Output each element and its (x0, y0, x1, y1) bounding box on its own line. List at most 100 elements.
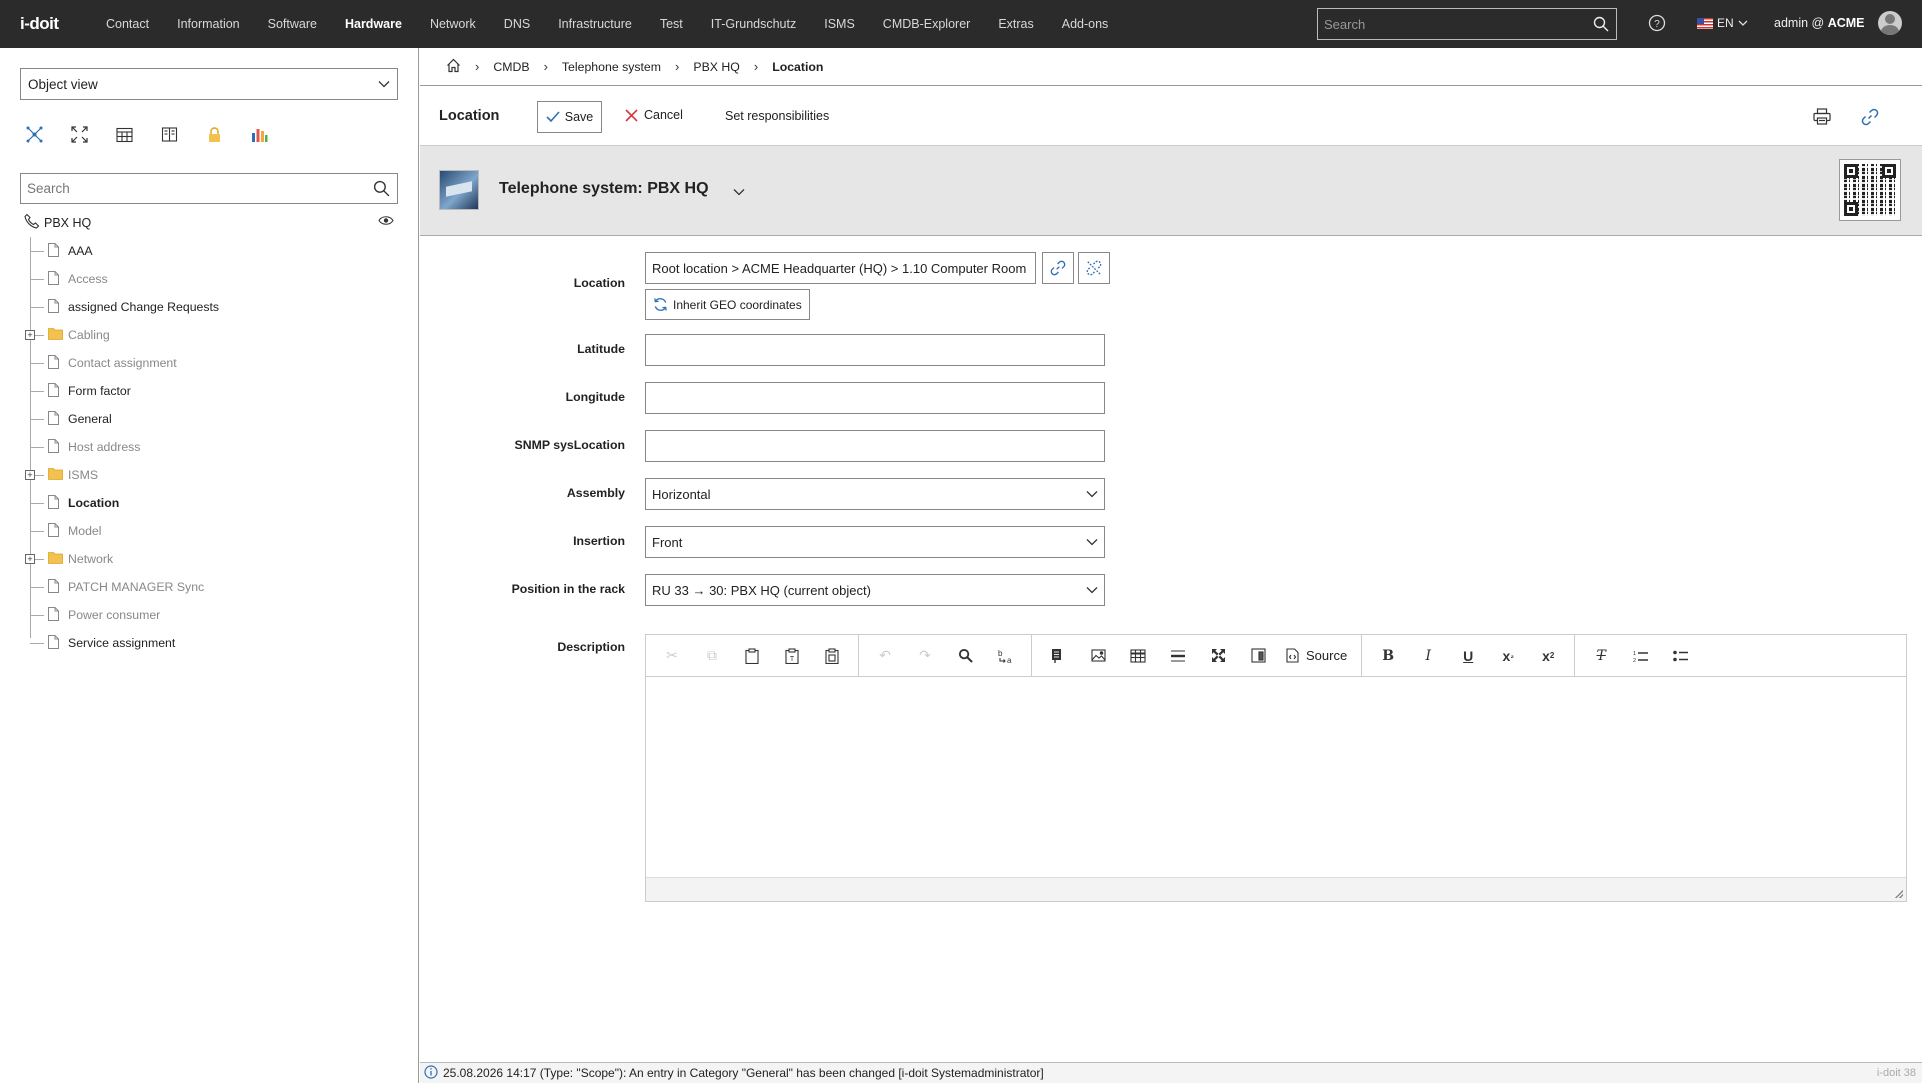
show-blocks-icon[interactable] (1238, 640, 1278, 672)
set-responsibilities-button[interactable]: Set responsibilities (725, 109, 829, 123)
position-in-rack-select[interactable]: RU 33 → 30: PBX HQ (current object) (645, 574, 1105, 606)
paste-word-icon[interactable] (812, 640, 852, 672)
qr-corner (1882, 164, 1896, 178)
nav-extras[interactable]: Extras (984, 0, 1047, 48)
page-icon (48, 635, 59, 652)
tree-root[interactable]: PBX HQ (24, 213, 394, 232)
chart-icon[interactable] (251, 126, 268, 143)
assembly-select[interactable]: Horizontal (645, 478, 1105, 510)
nav-it-grundschutz[interactable]: IT-Grundschutz (697, 0, 810, 48)
language-selector[interactable]: EN (1697, 16, 1748, 30)
replace-icon[interactable]: ba (985, 640, 1025, 672)
breadcrumb-object[interactable]: PBX HQ (693, 60, 739, 74)
lock-icon[interactable] (206, 126, 223, 143)
sidebar-item-access[interactable]: Access (30, 265, 400, 293)
home-icon[interactable] (446, 58, 461, 76)
qr-code[interactable] (1839, 159, 1901, 221)
latitude-input[interactable] (645, 334, 1105, 366)
nav-hardware[interactable]: Hardware (331, 0, 416, 48)
bulleted-list-icon[interactable] (1661, 640, 1701, 672)
nav-dns[interactable]: DNS (490, 0, 544, 48)
sidebar-item-general[interactable]: General (30, 405, 400, 433)
image-icon[interactable] (1078, 640, 1118, 672)
nav-cmdb-explorer[interactable]: CMDB-Explorer (869, 0, 985, 48)
sidebar-item-service-assignment[interactable]: Service assignment (30, 629, 400, 657)
sidebar-item-network[interactable]: + Network (25, 545, 400, 573)
longitude-input[interactable] (645, 382, 1105, 414)
app-logo[interactable]: i-doit (20, 14, 80, 34)
source-button[interactable]: Source (1278, 648, 1355, 663)
help-icon[interactable]: ? (1648, 14, 1666, 35)
expand-icon[interactable]: + (25, 330, 35, 340)
sidebar-item-assigned-change-requests[interactable]: assigned Change Requests (30, 293, 400, 321)
numbered-list-icon[interactable]: 12 (1621, 640, 1661, 672)
expand-icon[interactable]: + (25, 470, 35, 480)
breadcrumb-cmdb[interactable]: CMDB (493, 60, 529, 74)
save-button[interactable]: Save (537, 101, 602, 133)
editor-content-area[interactable] (646, 677, 1906, 877)
insertion-select[interactable]: Front (645, 526, 1105, 558)
breadcrumb-object-type[interactable]: Telephone system (562, 60, 661, 74)
copy-icon[interactable]: ⧉ (692, 640, 732, 672)
italic-icon[interactable]: I (1408, 640, 1448, 672)
remove-format-icon[interactable]: T (1581, 640, 1621, 672)
inherit-geo-button[interactable]: Inherit GEO coordinates (645, 289, 810, 320)
snmp-syslocation-input[interactable] (645, 430, 1105, 462)
sidebar-item-host-address[interactable]: Host address (30, 433, 400, 461)
nav-isms[interactable]: ISMS (810, 0, 869, 48)
sidebar-item-aaa[interactable]: AAA (30, 237, 400, 265)
nav-network[interactable]: Network (416, 0, 490, 48)
search-icon[interactable] (365, 180, 397, 197)
sidebar-item-isms[interactable]: + ISMS (25, 461, 400, 489)
book-icon[interactable] (161, 126, 178, 143)
paste-icon[interactable] (732, 640, 772, 672)
chevron-down-icon[interactable] (733, 184, 745, 199)
attach-location-button[interactable] (1042, 252, 1074, 284)
sidebar-item-location[interactable]: Location (30, 489, 400, 517)
sidebar-search-input[interactable] (21, 174, 365, 203)
maximize-icon[interactable] (1198, 640, 1238, 672)
user-name: admin @ (1774, 16, 1825, 30)
link-icon[interactable] (1861, 108, 1879, 129)
relations-icon[interactable] (26, 126, 43, 143)
editor-resize-handle[interactable] (646, 877, 1906, 901)
horizontal-line-icon[interactable] (1158, 640, 1198, 672)
sidebar-item-cabling[interactable]: + Cabling (25, 321, 400, 349)
undo-icon[interactable]: ↶ (865, 640, 905, 672)
redo-icon[interactable]: ↷ (905, 640, 945, 672)
detach-location-button[interactable] (1078, 252, 1110, 284)
paste-text-icon[interactable]: T (772, 640, 812, 672)
expand-icon[interactable]: + (25, 554, 35, 564)
find-icon[interactable] (945, 640, 985, 672)
nav-add-ons[interactable]: Add-ons (1048, 0, 1123, 48)
nav-infrastructure[interactable]: Infrastructure (544, 0, 646, 48)
expand-icon[interactable] (71, 126, 88, 143)
location-field[interactable]: Root location > ACME Headquarter (HQ) > … (645, 252, 1036, 284)
global-search-input[interactable] (1318, 9, 1586, 39)
cut-icon[interactable]: ✂ (652, 640, 692, 672)
nav-test[interactable]: Test (646, 0, 697, 48)
table-icon[interactable] (1118, 640, 1158, 672)
cancel-button[interactable]: Cancel (625, 108, 683, 122)
avatar[interactable] (1878, 11, 1902, 35)
sidebar-item-power-consumer[interactable]: Power consumer (30, 601, 400, 629)
bold-icon[interactable]: B (1368, 640, 1408, 672)
nav-information[interactable]: Information (163, 0, 254, 48)
eye-icon[interactable] (378, 215, 394, 229)
nav-contact[interactable]: Contact (92, 0, 163, 48)
user-menu[interactable]: admin @ ACME (1774, 16, 1865, 30)
sidebar-item-contact-assignment[interactable]: Contact assignment (30, 349, 400, 377)
view-select[interactable]: Object view (20, 68, 398, 100)
underline-icon[interactable]: U (1448, 640, 1488, 672)
sidebar-item-model[interactable]: Model (30, 517, 400, 545)
superscript-icon[interactable]: x2 (1528, 640, 1568, 672)
search-icon[interactable] (1586, 16, 1616, 32)
sidebar-item-form-factor[interactable]: Form factor (30, 377, 400, 405)
calendar-icon[interactable] (116, 126, 133, 143)
subscript-icon[interactable]: x₂ (1488, 640, 1528, 672)
nav-software[interactable]: Software (254, 0, 331, 48)
page-icon (48, 579, 59, 596)
sidebar-item-patch-manager-sync[interactable]: PATCH MANAGER Sync (30, 573, 400, 601)
anchor-icon[interactable] (1038, 640, 1078, 672)
print-icon[interactable] (1813, 108, 1831, 128)
